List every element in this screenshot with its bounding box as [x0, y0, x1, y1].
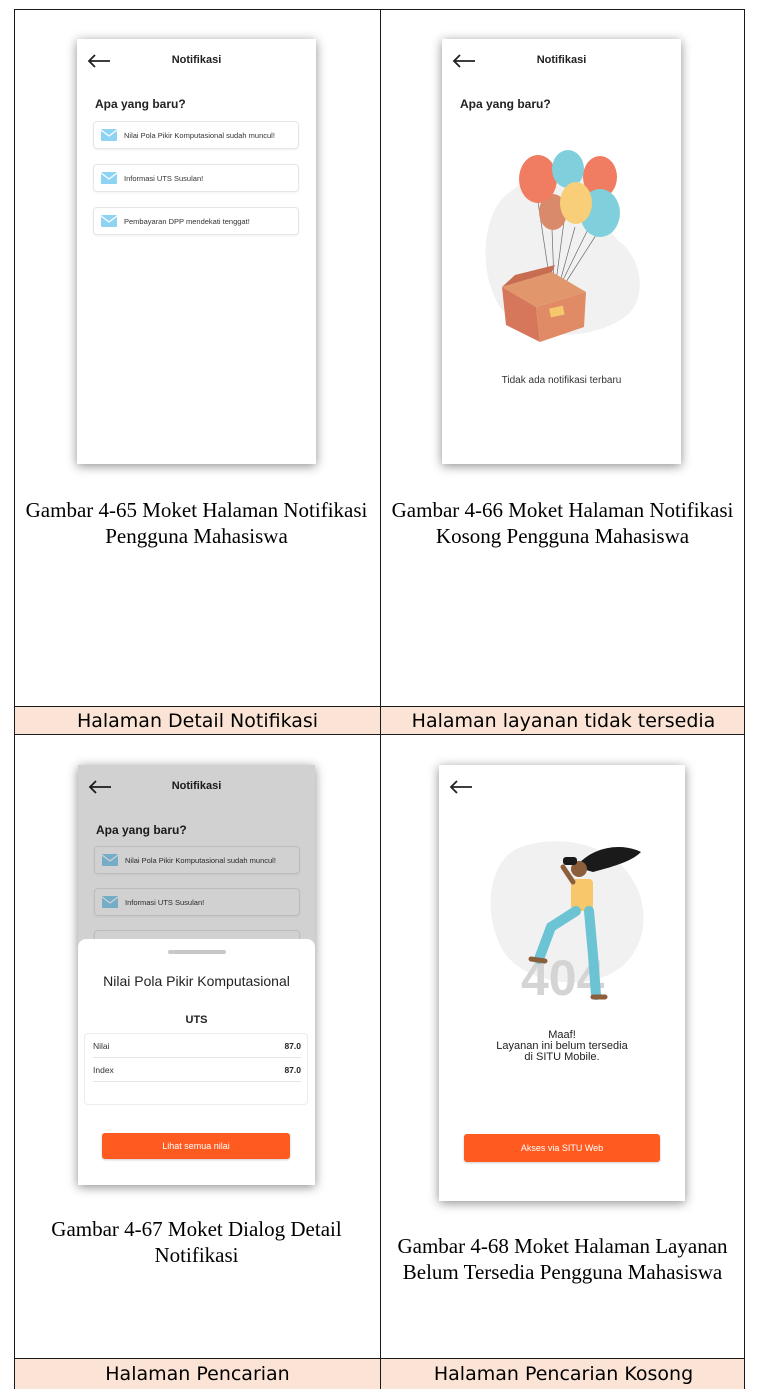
- notification-item[interactable]: Nilai Pola Pikir Komputasional sudah mun…: [93, 121, 299, 149]
- bottom-sheet-dialog: Nilai Pola Pikir Komputasional UTS Nilai…: [78, 939, 315, 1185]
- figure-caption: Gambar 4-67 Moket Dialog Detail Notifika…: [51, 1217, 342, 1267]
- score-row: Nilai 87.0: [93, 1034, 301, 1058]
- figure-caption: Gambar 4-65 Moket Halaman Notifikasi Pen…: [25, 498, 368, 548]
- notification-text: Nilai Pola Pikir Komputasional sudah mun…: [124, 130, 275, 140]
- notification-item[interactable]: Pembayaran DPP mendekati tenggat!: [93, 207, 299, 235]
- mail-icon: [101, 129, 117, 141]
- row-label-layanan-tidak-tersedia: Halaman layanan tidak tersedia: [411, 709, 716, 732]
- score-label: Nilai: [93, 1040, 110, 1051]
- balloons-box-illustration: [485, 150, 640, 342]
- figure-caption: Gambar 4-68 Moket Halaman Layanan Belum …: [397, 1234, 728, 1284]
- score-label: Index: [93, 1064, 114, 1075]
- 404-illustration: 404: [490, 841, 644, 1002]
- app-bar-title: Notifikasi: [536, 54, 587, 66]
- app-bar-title: Notifikasi: [171, 54, 222, 66]
- row-label-pencarian-kosong: Halaman Pencarian Kosong: [433, 1363, 694, 1385]
- score-value: 87.0: [284, 1064, 301, 1075]
- label-row-1: Halaman Detail Notifikasi Halaman layana…: [15, 707, 744, 734]
- figure-caption: Gambar 4-66 Moket Halaman Notifikasi Kos…: [391, 498, 734, 548]
- access-situ-web-button[interactable]: Akses via SITU Web: [464, 1134, 660, 1162]
- column-divider: [380, 10, 381, 1388]
- section-title: Apa yang baru?: [460, 97, 551, 111]
- dialog-subtitle: UTS: [185, 1014, 208, 1026]
- message-line-3: di SITU Mobile.: [524, 1051, 600, 1063]
- empty-state-text: Tidak ada notifikasi terbaru: [501, 375, 622, 386]
- see-all-grades-button[interactable]: Lihat semua nilai: [102, 1133, 290, 1159]
- notification-text: Informasi UTS Susulan!: [124, 173, 204, 183]
- sheet-drag-handle[interactable]: [168, 950, 226, 954]
- phone-notifikasi-kosong: Notifikasi Apa yang baru? Tidak ada noti…: [442, 39, 681, 464]
- back-arrow-icon[interactable]: [449, 780, 473, 794]
- row-label-detail-notifikasi: Halaman Detail Notifikasi: [76, 709, 319, 732]
- label-row-2: Halaman Pencarian Halaman Pencarian Koso…: [15, 1359, 744, 1389]
- row-label-pencarian: Halaman Pencarian: [105, 1363, 290, 1385]
- row-divider: [15, 734, 744, 735]
- mail-icon: [101, 172, 117, 184]
- phone-layanan-belum-tersedia: 404 Maaf! Layanan ini belum tersedia di …: [439, 765, 685, 1201]
- phone-notifikasi: Notifikasi Apa yang baru? Nilai Pola Pik…: [77, 39, 316, 464]
- dialog-title: Nilai Pola Pikir Komputasional: [103, 973, 290, 989]
- score-row: Index 87.0: [93, 1058, 301, 1082]
- phone-dialog-detail: Notifikasi Apa yang baru? Nilai Pola Pik…: [78, 765, 315, 1185]
- score-value: 87.0: [284, 1040, 301, 1051]
- score-card: Nilai 87.0 Index 87.0: [84, 1033, 308, 1105]
- section-title: Apa yang baru?: [95, 97, 186, 111]
- notification-text: Pembayaran DPP mendekati tenggat!: [124, 216, 250, 226]
- notification-item[interactable]: Informasi UTS Susulan!: [93, 164, 299, 192]
- mail-icon: [101, 215, 117, 227]
